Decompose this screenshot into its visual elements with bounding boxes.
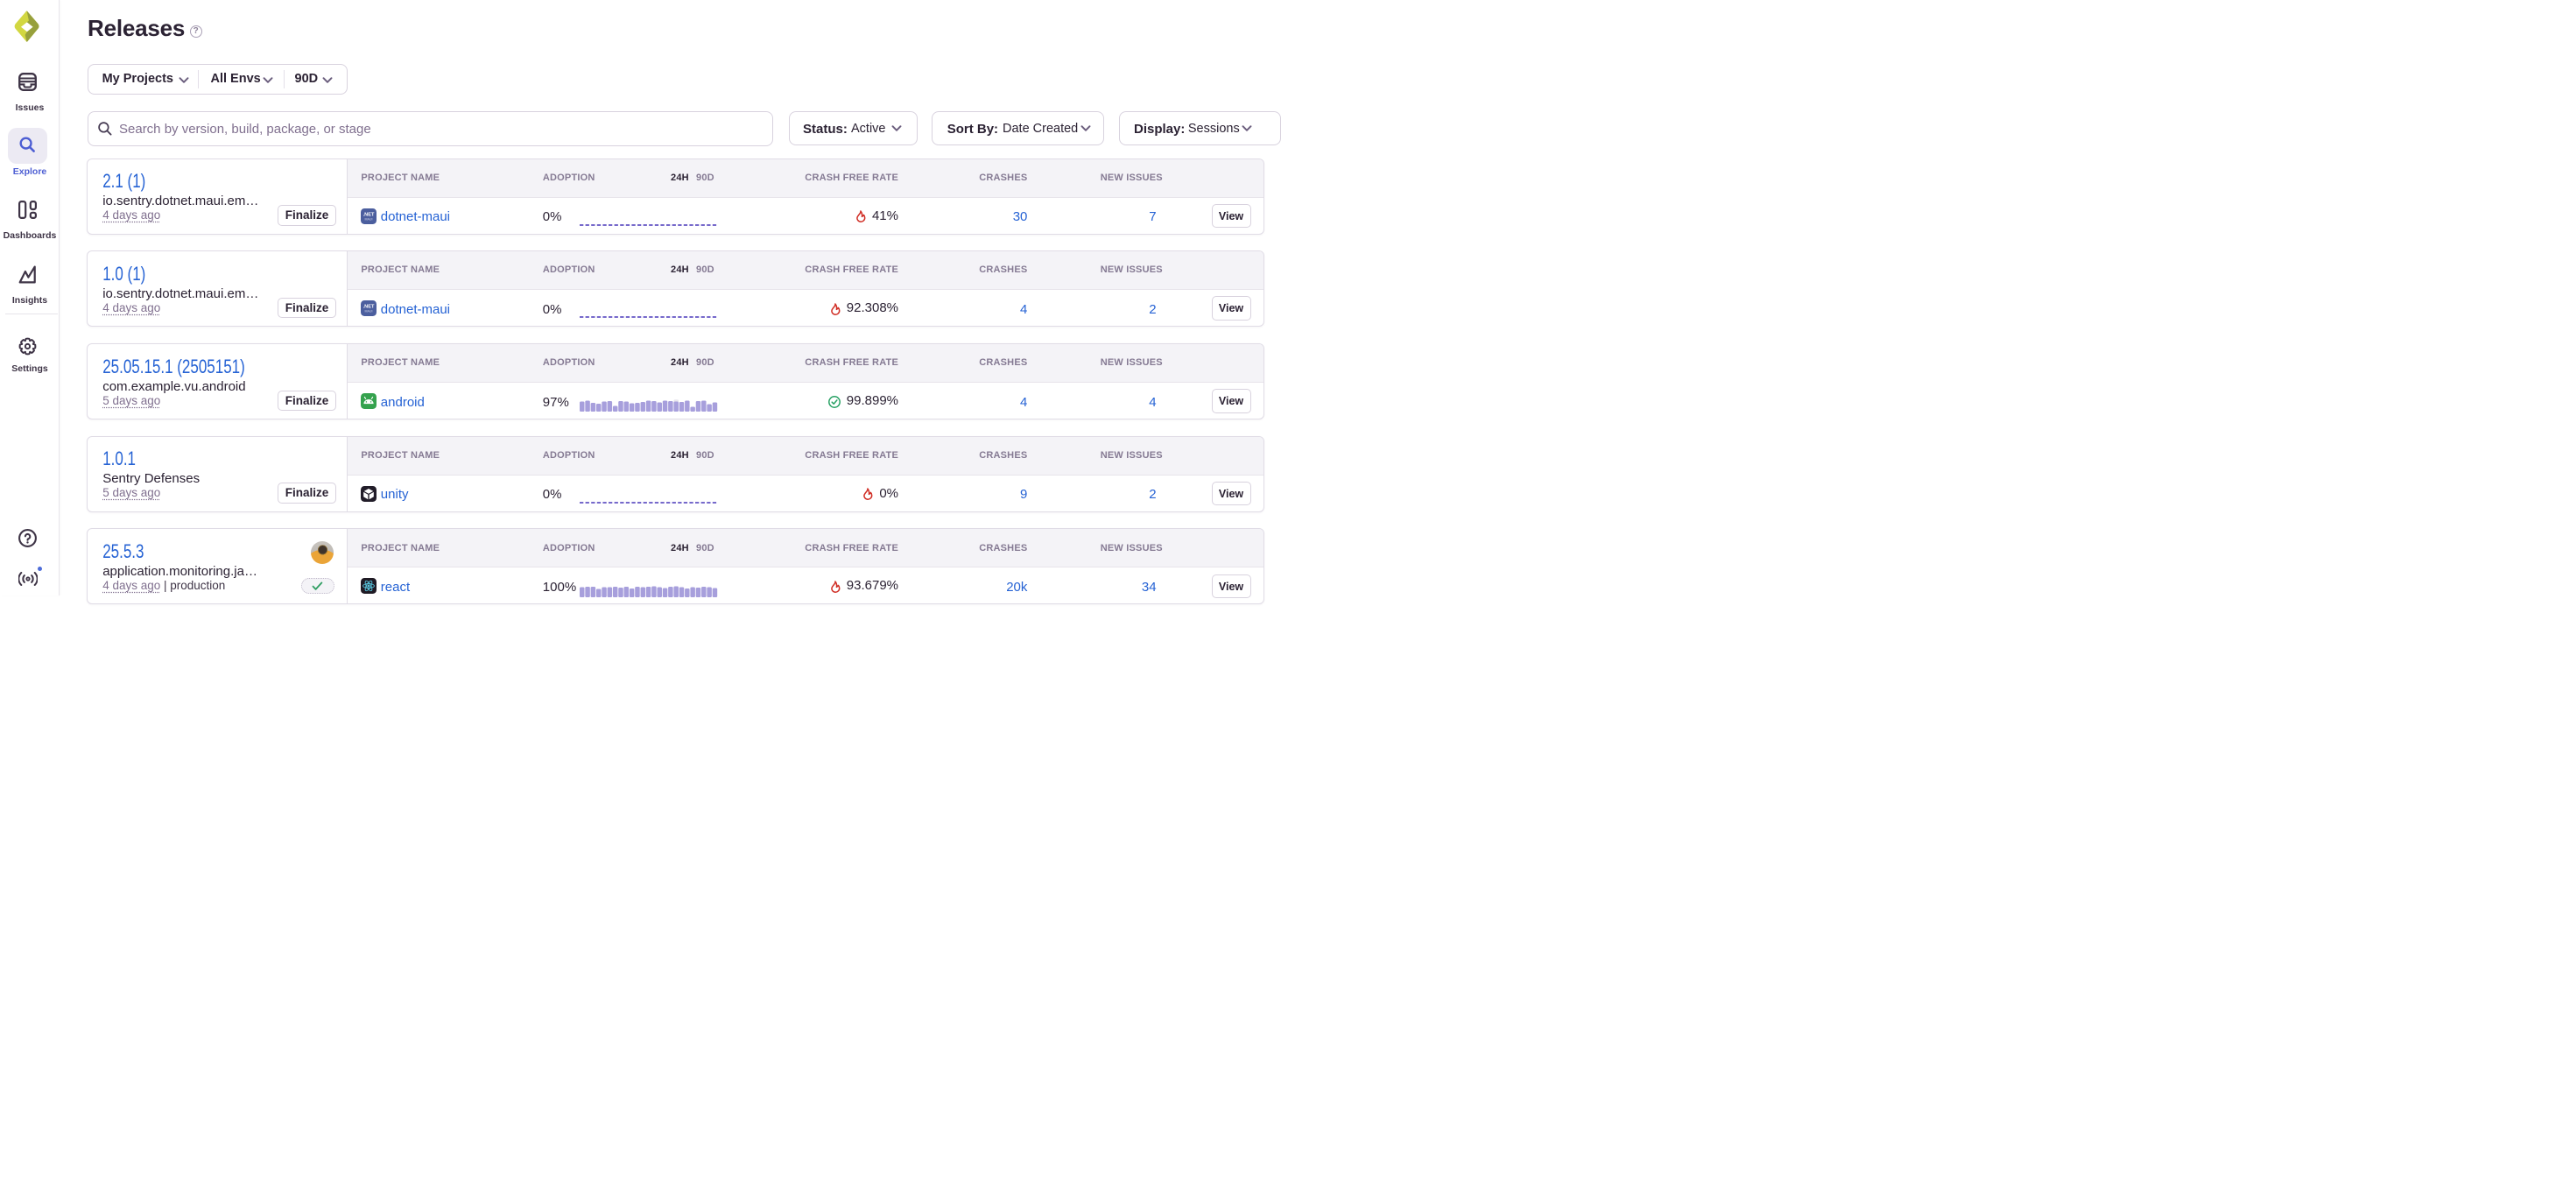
svg-text:MAUI: MAUI bbox=[364, 217, 372, 221]
svg-text:MAUI: MAUI bbox=[364, 309, 372, 313]
